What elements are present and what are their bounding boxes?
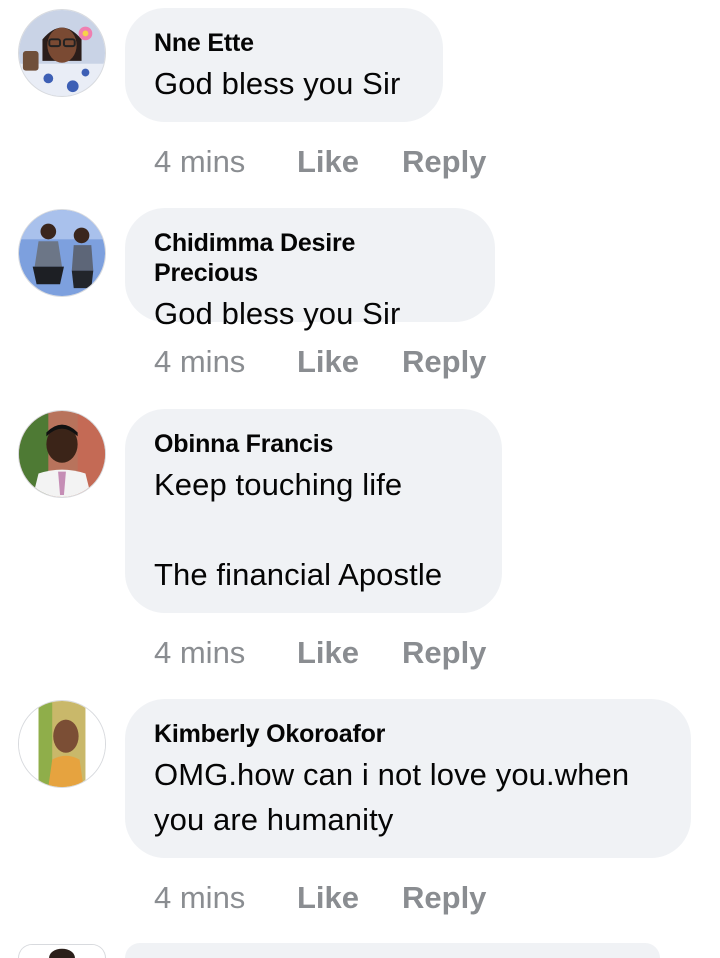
comment-text-line: you are humanity [154, 802, 394, 837]
comment-timestamp[interactable]: 4 mins [154, 142, 245, 182]
comment-author[interactable]: Kimberly Okoroafor [154, 719, 661, 749]
like-button[interactable]: Like [297, 633, 359, 673]
comment-text: God bless you Sir [154, 61, 413, 106]
comment-author[interactable]: Chidimma Desire Precious [154, 228, 465, 288]
comment-bubble [125, 943, 660, 958]
comment-bubble: Obinna Francis Keep touching life The fi… [125, 409, 502, 613]
comment-text-line: OMG.how can i not love you.when [154, 757, 630, 792]
avatar[interactable] [18, 410, 106, 498]
reply-button[interactable]: Reply [402, 878, 486, 918]
comment-text-line: God bless you Sir [154, 296, 401, 331]
avatar-photo [19, 10, 105, 96]
comment-bubble: Chidimma Desire Precious God bless you S… [125, 208, 495, 331]
reply-button[interactable]: Reply [402, 142, 486, 182]
comment-text: Keep touching life The financial Apostle [154, 462, 472, 597]
like-button[interactable]: Like [297, 878, 359, 918]
avatar-photo [21, 945, 103, 958]
comment-timestamp[interactable]: 4 mins [154, 633, 245, 673]
avatar-photo [19, 210, 105, 296]
reply-button[interactable]: Reply [402, 633, 486, 673]
comment-text: OMG.how can i not love you.when you are … [154, 752, 661, 842]
comment-text-line: The financial Apostle [154, 557, 443, 592]
avatar[interactable] [18, 9, 106, 97]
comment-text-gap [154, 507, 472, 552]
like-button[interactable]: Like [297, 342, 359, 382]
comment-timestamp[interactable]: 4 mins [154, 342, 245, 382]
comment-text-line: God bless you Sir [154, 66, 401, 101]
avatar[interactable] [18, 944, 106, 958]
comment-bubble: Nne Ette God bless you Sir [125, 8, 443, 122]
avatar[interactable] [18, 209, 106, 297]
avatar-photo [19, 411, 105, 497]
comment-text: God bless you Sir [154, 291, 465, 336]
comment-text-line: Keep touching life [154, 467, 403, 502]
avatar[interactable] [18, 700, 106, 788]
comment-bubble: Kimberly Okoroafor OMG.how can i not lov… [125, 699, 691, 858]
avatar-photo [19, 701, 105, 787]
like-button[interactable]: Like [297, 142, 359, 182]
comment-timestamp[interactable]: 4 mins [154, 878, 245, 918]
comment-author[interactable]: Obinna Francis [154, 429, 472, 459]
reply-button[interactable]: Reply [402, 342, 486, 382]
comment-author[interactable]: Nne Ette [154, 28, 413, 58]
